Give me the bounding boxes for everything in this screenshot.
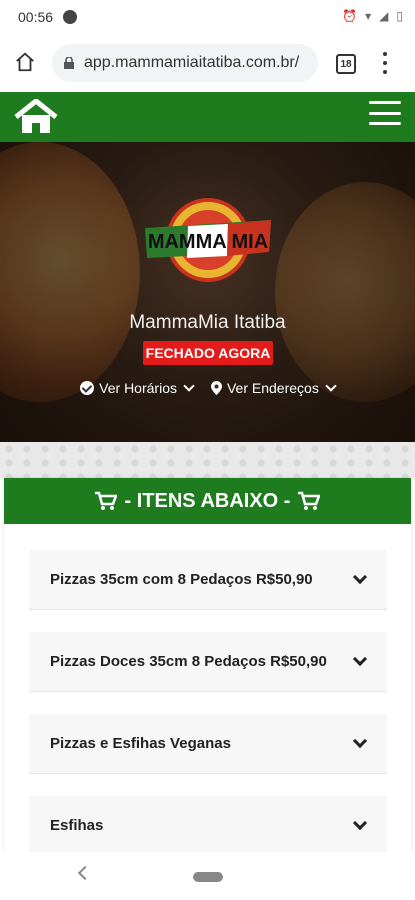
restaurant-name: MammaMia Itatiba xyxy=(129,312,286,333)
menu-accordion: Pizzas 35cm com 8 Pedaços R$50,90 Pizzas… xyxy=(29,550,387,852)
section-header: - ITENS ABAIXO - xyxy=(4,478,411,524)
url-text: app.mammamiaitatiba.com.br/ xyxy=(84,54,300,71)
section-title: - ITENS ABAIXO - xyxy=(124,489,291,512)
accordion-item-pizzas-doces[interactable]: Pizzas Doces 35cm 8 Pedaços R$50,90 xyxy=(29,632,387,692)
accordion-item-label: Esfihas xyxy=(50,817,104,834)
view-addresses-link[interactable]: Ver Endereços xyxy=(210,380,337,396)
browser-toolbar: app.mammamiaitatiba.com.br/ 18 xyxy=(0,34,415,92)
system-navigation-bar xyxy=(0,852,415,900)
restaurant-logo: MAMMA MIA xyxy=(145,198,271,282)
accordion-item-label: Pizzas Doces 35cm 8 Pedaços R$50,90 xyxy=(50,653,327,670)
browser-home-icon[interactable] xyxy=(14,51,36,73)
decorative-pattern xyxy=(0,442,415,478)
tab-switcher-button[interactable]: 18 xyxy=(336,54,356,74)
status-time: 00:56 xyxy=(18,9,54,25)
lock-icon xyxy=(64,57,74,69)
back-icon[interactable] xyxy=(77,865,93,881)
accordion-item-pizzas[interactable]: Pizzas 35cm com 8 Pedaços R$50,90 xyxy=(29,550,387,610)
browser-menu-icon[interactable] xyxy=(382,52,388,74)
cart-icon xyxy=(298,491,321,510)
chevron-down-icon xyxy=(352,651,368,666)
accordion-item-esfihas[interactable]: Esfihas xyxy=(29,796,387,852)
accordion-item-label: Pizzas 35cm com 8 Pedaços R$50,90 xyxy=(50,571,313,588)
signal-icon: ◢ xyxy=(379,9,389,23)
status-bar: 00:56 ⏰ ▾ ◢ ▯ xyxy=(0,0,415,34)
menu-panel: - ITENS ABAIXO - Pizzas 35cm com 8 Pedaç… xyxy=(4,478,411,852)
chevron-down-icon xyxy=(352,569,368,584)
accordion-item-label: Pizzas e Esfihas Veganas xyxy=(50,735,231,752)
view-addresses-label: Ver Endereços xyxy=(226,380,319,396)
address-bar[interactable]: app.mammamiaitatiba.com.br/ xyxy=(52,44,318,82)
battery-icon: ▯ xyxy=(396,9,403,23)
view-hours-label: Ver Horários xyxy=(99,380,177,396)
home-pill-icon[interactable] xyxy=(193,872,223,882)
whatsapp-notification-icon xyxy=(63,10,78,24)
chevron-down-icon xyxy=(325,380,337,392)
logo-text: MAMMA MIA xyxy=(148,231,268,253)
status-icons: ⏰ ▾ ◢ ▯ xyxy=(342,9,403,23)
wifi-icon: ▾ xyxy=(365,9,372,23)
map-pin-icon xyxy=(210,381,222,395)
status-badge: FECHADO AGORA xyxy=(143,341,273,365)
accordion-item-veganas[interactable]: Pizzas e Esfihas Veganas xyxy=(29,714,387,774)
site-header xyxy=(0,92,415,142)
hamburger-menu-icon[interactable] xyxy=(369,101,401,125)
chevron-down-icon xyxy=(352,733,368,748)
cart-icon xyxy=(94,491,117,510)
hero-banner: MAMMA MIA MammaMia Itatiba FECHADO AGORA… xyxy=(0,142,415,442)
chevron-down-icon xyxy=(352,815,368,830)
view-hours-link[interactable]: Ver Horários xyxy=(80,380,195,396)
chevron-down-icon xyxy=(183,380,195,392)
hero-links: Ver Horários Ver Endereços xyxy=(0,380,415,396)
home-icon[interactable] xyxy=(14,99,58,135)
check-circle-icon xyxy=(80,381,95,395)
alarm-icon: ⏰ xyxy=(342,9,358,23)
